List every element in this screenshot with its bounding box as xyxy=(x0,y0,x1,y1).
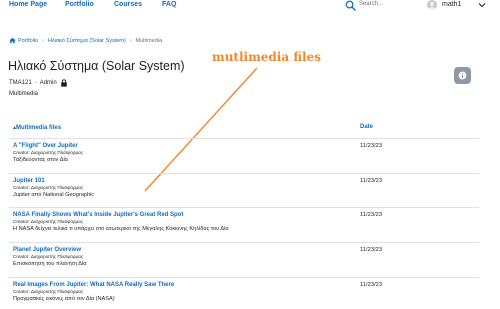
breadcrumb-current: Multimedia xyxy=(135,37,163,44)
nav-courses[interactable]: Courses xyxy=(114,1,142,8)
column-header-name[interactable]: ▴Multimedia files xyxy=(13,124,61,131)
search-input[interactable]: Search... xyxy=(359,1,383,7)
column-header-name-label: Multimedia files xyxy=(16,125,62,131)
page-title: Ηλιακό Σύστημα (Solar System) xyxy=(8,59,185,73)
table-row: NASA Finally Shows What's Inside Jupiter… xyxy=(9,208,479,243)
avatar[interactable] xyxy=(427,0,437,10)
media-date: 11/23/23 xyxy=(360,282,383,288)
media-description: Πραγματικές εικόνες από τον Δία (NASA) xyxy=(13,296,115,302)
meta-separator: - xyxy=(34,80,37,86)
media-title-link[interactable]: Planet Jupiter Overview xyxy=(13,247,81,253)
lock-icon xyxy=(60,79,67,87)
course-owner: Admin xyxy=(39,80,57,86)
nav-home-page[interactable]: Home Page xyxy=(9,1,47,8)
media-creator: Creator: Διαχειριστής Πλατφόρμας xyxy=(13,289,84,294)
search-icon[interactable] xyxy=(345,0,356,11)
media-title-link[interactable]: Jupiter 101 xyxy=(13,178,45,184)
home-icon xyxy=(9,37,16,44)
column-header-date[interactable]: Date xyxy=(360,124,373,130)
media-creator: Creator: Διαχειριστής Πλατφόρμας xyxy=(13,150,84,155)
nav-faq[interactable]: FAQ xyxy=(162,1,176,8)
info-button[interactable] xyxy=(454,67,471,84)
table-header: ▴Multimedia files Date xyxy=(9,119,479,139)
top-navbar: Home Page Portfolio Courses FAQ Search..… xyxy=(0,0,500,14)
course-type: Multimedia xyxy=(9,91,39,97)
media-description: Επισκόπηση του πλανήτη Δία xyxy=(13,261,87,267)
media-title-link[interactable]: NASA Finally Shows What's Inside Jupiter… xyxy=(13,212,183,218)
media-description: Η NASA δείχνει τελικά τι υπάρχει στο εσω… xyxy=(13,226,229,232)
course-code: TMA121 xyxy=(9,80,32,86)
media-date: 11/23/23 xyxy=(360,178,383,184)
table-row: Jupiter 101 Creator: Διαχειριστής Πλατφό… xyxy=(9,174,479,208)
annotation-label: mutlimedia files xyxy=(212,50,321,64)
media-creator: Creator: Διαχειριστής Πλατφόρμας xyxy=(13,185,84,190)
breadcrumb-portfolio[interactable]: Portfolio xyxy=(18,38,38,44)
media-description: Jupiter από National Geographic xyxy=(13,192,95,198)
table-row: Planet Jupiter Overview Creator: Διαχειρ… xyxy=(9,243,479,278)
info-icon xyxy=(458,71,467,80)
media-date: 11/23/23 xyxy=(360,212,383,218)
course-meta: TMA121 - Admin xyxy=(9,79,68,87)
nav-portfolio[interactable]: Portfolio xyxy=(65,1,94,8)
breadcrumb-separator: › xyxy=(42,37,45,44)
breadcrumb-separator: › xyxy=(129,37,132,44)
table-row: A "Flight" Over Jupiter Creator: Διαχειρ… xyxy=(9,139,479,174)
media-title-link[interactable]: Real Images From Jupiter: What NASA Real… xyxy=(13,282,174,288)
user-menu-name[interactable]: math1 xyxy=(442,1,461,8)
media-creator: Creator: Διαχειριστής Πλατφόρμας xyxy=(13,219,84,224)
media-title-link[interactable]: A "Flight" Over Jupiter xyxy=(13,143,78,149)
media-date: 11/23/23 xyxy=(360,247,383,253)
media-creator: Creator: Διαχειριστής Πλατφόρμας xyxy=(13,254,84,259)
media-date: 11/23/23 xyxy=(360,143,383,149)
chevron-down-icon[interactable] xyxy=(478,1,486,9)
table-row: Real Images From Jupiter: What NASA Real… xyxy=(9,278,479,309)
breadcrumb-course[interactable]: Ηλιακό Σύστημα (Solar System) xyxy=(48,38,126,44)
breadcrumb: Portfolio › Ηλιακό Σύστημα (Solar System… xyxy=(9,37,162,44)
media-description: Ταξιδεύοντας στον Δία xyxy=(13,157,68,163)
